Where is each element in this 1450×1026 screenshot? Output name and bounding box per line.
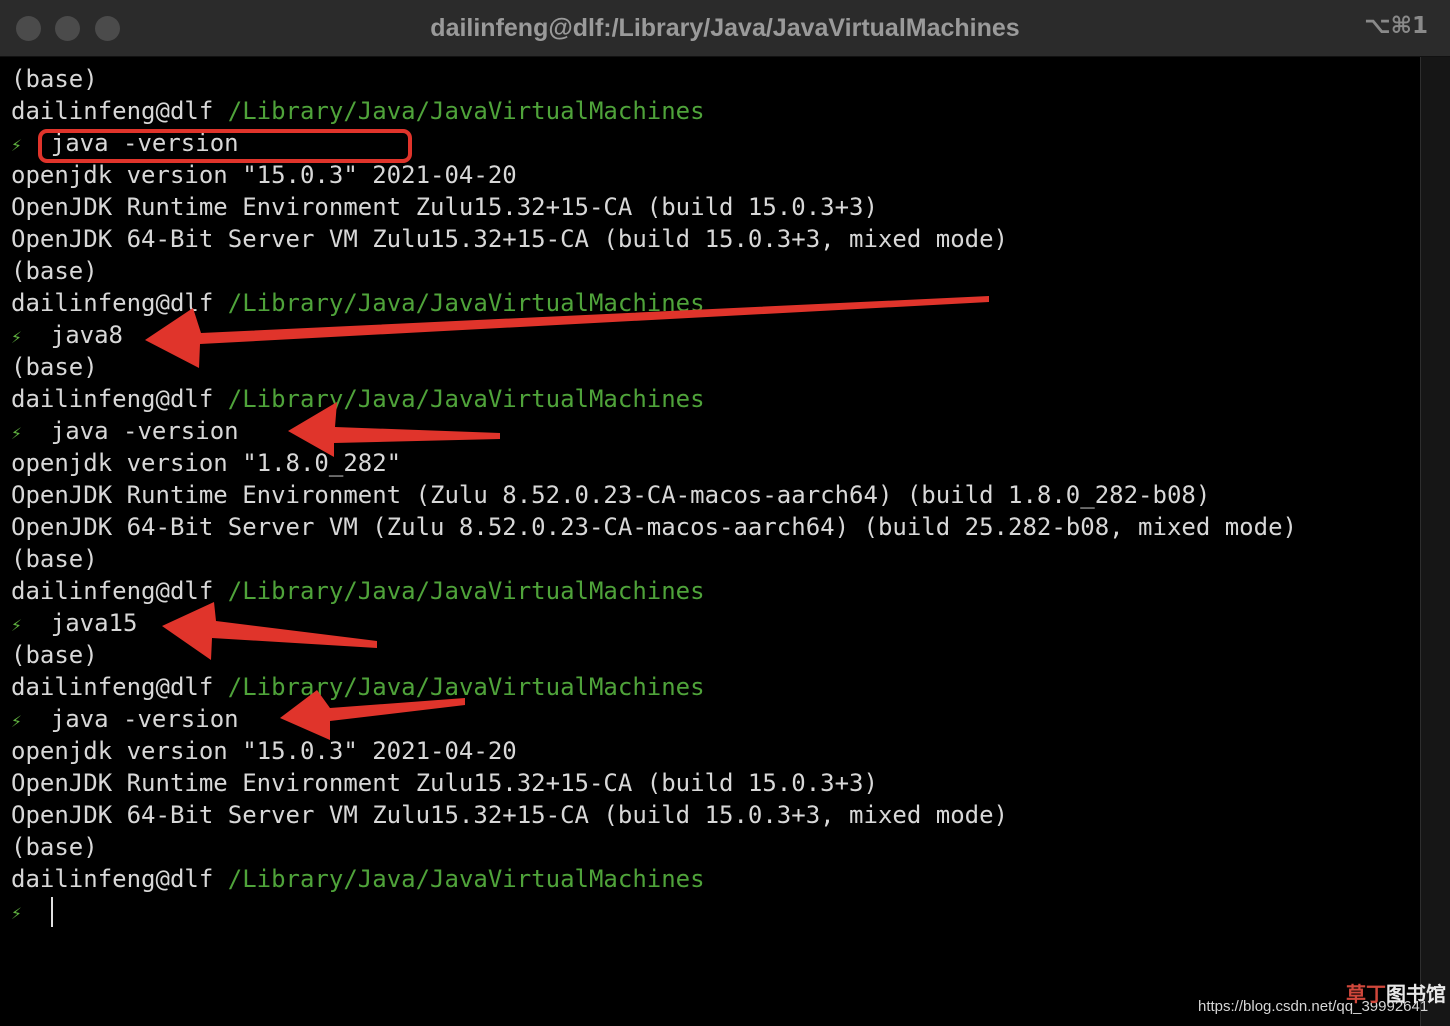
command-line: ⚡ java -version bbox=[11, 127, 239, 159]
lightning-icon: ⚡ bbox=[11, 711, 22, 732]
command-line: ⚡ java15 bbox=[11, 607, 137, 639]
command-text: java15 bbox=[50, 609, 138, 637]
terminal-output[interactable]: (base) dailinfeng@dlf /Library/Java/JavaV… bbox=[0, 57, 1420, 1026]
watermark-logo: 草丁图书馆 bbox=[1346, 978, 1446, 1007]
output-line: openjdk version "1.8.0_282" bbox=[11, 449, 402, 477]
output-line: openjdk version "15.0.3" 2021-04-20 bbox=[11, 161, 517, 189]
prompt-line: dailinfeng@dlf /Library/Java/JavaVirtual… bbox=[11, 575, 705, 607]
output-line: (base) bbox=[11, 833, 98, 861]
output-line: (base) bbox=[11, 65, 98, 93]
watermark-logo-gray: 图书馆 bbox=[1386, 982, 1446, 1006]
prompt-path: /Library/Java/JavaVirtualMachines bbox=[227, 865, 705, 893]
output-line: OpenJDK 64-Bit Server VM Zulu15.32+15-CA… bbox=[11, 801, 1008, 829]
lightning-icon: ⚡ bbox=[11, 135, 22, 156]
lightning-icon: ⚡ bbox=[11, 423, 22, 444]
prompt-user: dailinfeng@dlf bbox=[11, 97, 214, 125]
window-shortcut-label: ⌥⌘1 bbox=[1364, 13, 1428, 39]
command-line: ⚡ java8 bbox=[11, 319, 123, 351]
prompt-path: /Library/Java/JavaVirtualMachines bbox=[227, 385, 705, 413]
output-line: (base) bbox=[11, 353, 98, 381]
terminal-window: dailinfeng@dlf:/Library/Java/JavaVirtual… bbox=[0, 0, 1450, 1026]
output-line: OpenJDK Runtime Environment (Zulu 8.52.0… bbox=[11, 481, 1211, 509]
prompt-line: dailinfeng@dlf /Library/Java/JavaVirtual… bbox=[11, 287, 705, 319]
window-title: dailinfeng@dlf:/Library/Java/JavaVirtual… bbox=[430, 14, 1020, 42]
output-line: (base) bbox=[11, 545, 98, 573]
command-line: ⚡ java -version bbox=[11, 415, 239, 447]
output-line: OpenJDK Runtime Environment Zulu15.32+15… bbox=[11, 193, 878, 221]
prompt-user: dailinfeng@dlf bbox=[11, 865, 214, 893]
text-cursor bbox=[50, 897, 53, 927]
prompt-path: /Library/Java/JavaVirtualMachines bbox=[227, 97, 705, 125]
output-line: (base) bbox=[11, 257, 98, 285]
prompt-line: dailinfeng@dlf /Library/Java/JavaVirtual… bbox=[11, 863, 705, 895]
lightning-icon: ⚡ bbox=[11, 903, 22, 924]
title-bar: dailinfeng@dlf:/Library/Java/JavaVirtual… bbox=[0, 0, 1450, 57]
command-line: ⚡ java -version bbox=[11, 703, 239, 735]
output-line: OpenJDK 64-Bit Server VM (Zulu 8.52.0.23… bbox=[11, 513, 1297, 541]
command-text: java -version bbox=[50, 705, 239, 733]
prompt-user: dailinfeng@dlf bbox=[11, 577, 214, 605]
prompt-user: dailinfeng@dlf bbox=[11, 385, 214, 413]
output-line: OpenJDK 64-Bit Server VM Zulu15.32+15-CA… bbox=[11, 225, 1008, 253]
prompt-line: dailinfeng@dlf /Library/Java/JavaVirtual… bbox=[11, 383, 705, 415]
prompt-path: /Library/Java/JavaVirtualMachines bbox=[227, 673, 705, 701]
prompt-path: /Library/Java/JavaVirtualMachines bbox=[227, 289, 705, 317]
command-text: java -version bbox=[50, 417, 239, 445]
watermark-logo-red: 草丁 bbox=[1346, 982, 1386, 1006]
command-text: java8 bbox=[50, 321, 123, 349]
lightning-icon: ⚡ bbox=[11, 615, 22, 636]
prompt-user: dailinfeng@dlf bbox=[11, 289, 214, 317]
output-line: (base) bbox=[11, 641, 98, 669]
command-text: java -version bbox=[50, 129, 239, 157]
prompt-line: dailinfeng@dlf /Library/Java/JavaVirtual… bbox=[11, 95, 705, 127]
output-line: openjdk version "15.0.3" 2021-04-20 bbox=[11, 737, 517, 765]
input-line: ⚡ bbox=[11, 895, 53, 927]
output-line: OpenJDK Runtime Environment Zulu15.32+15… bbox=[11, 769, 878, 797]
scrollbar[interactable] bbox=[1420, 57, 1450, 1026]
prompt-user: dailinfeng@dlf bbox=[11, 673, 214, 701]
prompt-line: dailinfeng@dlf /Library/Java/JavaVirtual… bbox=[11, 671, 705, 703]
prompt-path: /Library/Java/JavaVirtualMachines bbox=[227, 577, 705, 605]
lightning-icon: ⚡ bbox=[11, 327, 22, 348]
